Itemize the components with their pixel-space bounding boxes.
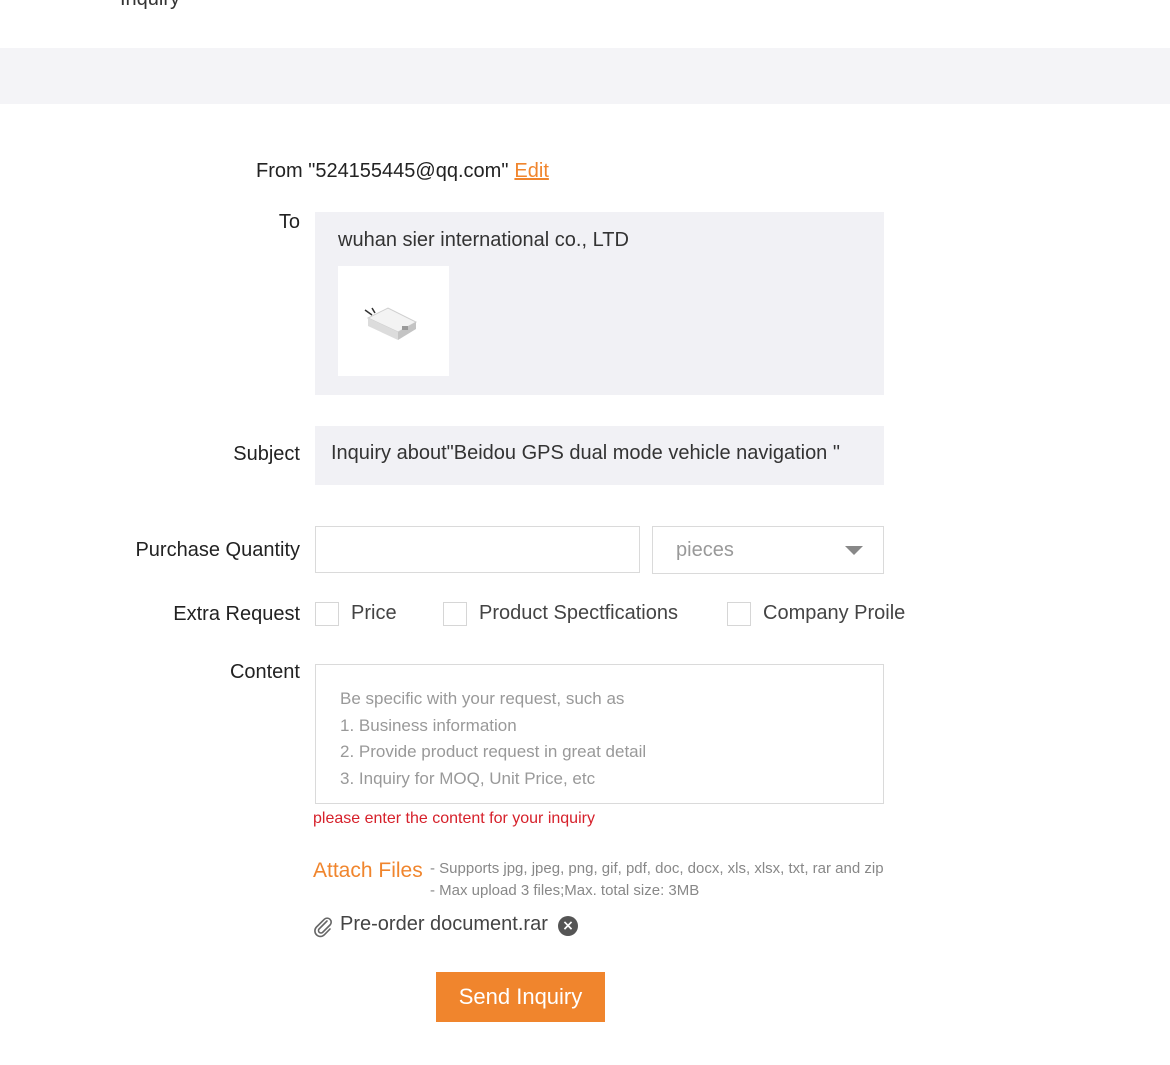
recipient-company: wuhan sier international co., LTD	[338, 229, 629, 251]
content-placeholder-line: Be specific with your request, such as	[340, 689, 625, 708]
from-line: From "524155445@qq.com" Edit	[256, 160, 549, 183]
price-checkbox[interactable]	[315, 602, 339, 626]
price-option-label[interactable]: Price	[351, 602, 397, 625]
extra-request-label: Extra Request	[173, 603, 300, 625]
content-placeholder-line: 3. Inquiry for MOQ, Unit Price, etc	[340, 769, 596, 788]
specifications-option-label[interactable]: Product Spectfications	[479, 602, 678, 625]
caret-down-icon	[845, 546, 863, 555]
quantity-label: Purchase Quantity	[135, 539, 300, 561]
unit-dropdown[interactable]: pieces	[652, 526, 884, 574]
to-label: To	[278, 211, 300, 233]
recipient-panel: wuhan sier international co., LTD	[315, 212, 884, 395]
quantity-input[interactable]	[315, 526, 640, 573]
content-label: Content	[229, 661, 300, 683]
attach-hint-limits: - Max upload 3 files;Max. total size: 3M…	[430, 882, 700, 899]
unit-selected: pieces	[676, 539, 734, 561]
company-profile-option-label[interactable]: Company Proile	[763, 602, 905, 625]
attached-file-name: Pre-order document.rar	[340, 913, 548, 935]
attach-hint-formats: - Supports jpg, jpeg, png, gif, pdf, doc…	[430, 860, 884, 877]
content-textarea[interactable]: Be specific with your request, such as 1…	[315, 664, 884, 804]
product-thumbnail	[338, 266, 449, 376]
specifications-checkbox[interactable]	[443, 602, 467, 626]
product-image	[364, 307, 418, 340]
content-placeholder-line: 2. Provide product request in great deta…	[340, 742, 647, 761]
header-band	[0, 48, 1170, 104]
attach-files-link[interactable]: Attach Files	[313, 859, 423, 883]
page-title: Inquiry	[120, 0, 180, 11]
paperclip-icon	[314, 917, 332, 938]
company-profile-checkbox[interactable]	[727, 602, 751, 626]
send-inquiry-button[interactable]: Send Inquiry	[436, 972, 605, 1022]
close-circle-icon[interactable]: ×	[558, 916, 578, 936]
content-placeholder-line: 1. Business information	[340, 716, 517, 735]
content-error-message: please enter the content for your inquir…	[313, 810, 595, 827]
subject-label: Subject	[233, 443, 300, 465]
subject-value: Inquiry about"Beidou GPS dual mode vehic…	[331, 442, 840, 464]
edit-link[interactable]: Edit	[514, 160, 548, 182]
subject-field: Inquiry about"Beidou GPS dual mode vehic…	[315, 426, 884, 485]
from-text: From "524155445@qq.com"	[256, 160, 509, 182]
